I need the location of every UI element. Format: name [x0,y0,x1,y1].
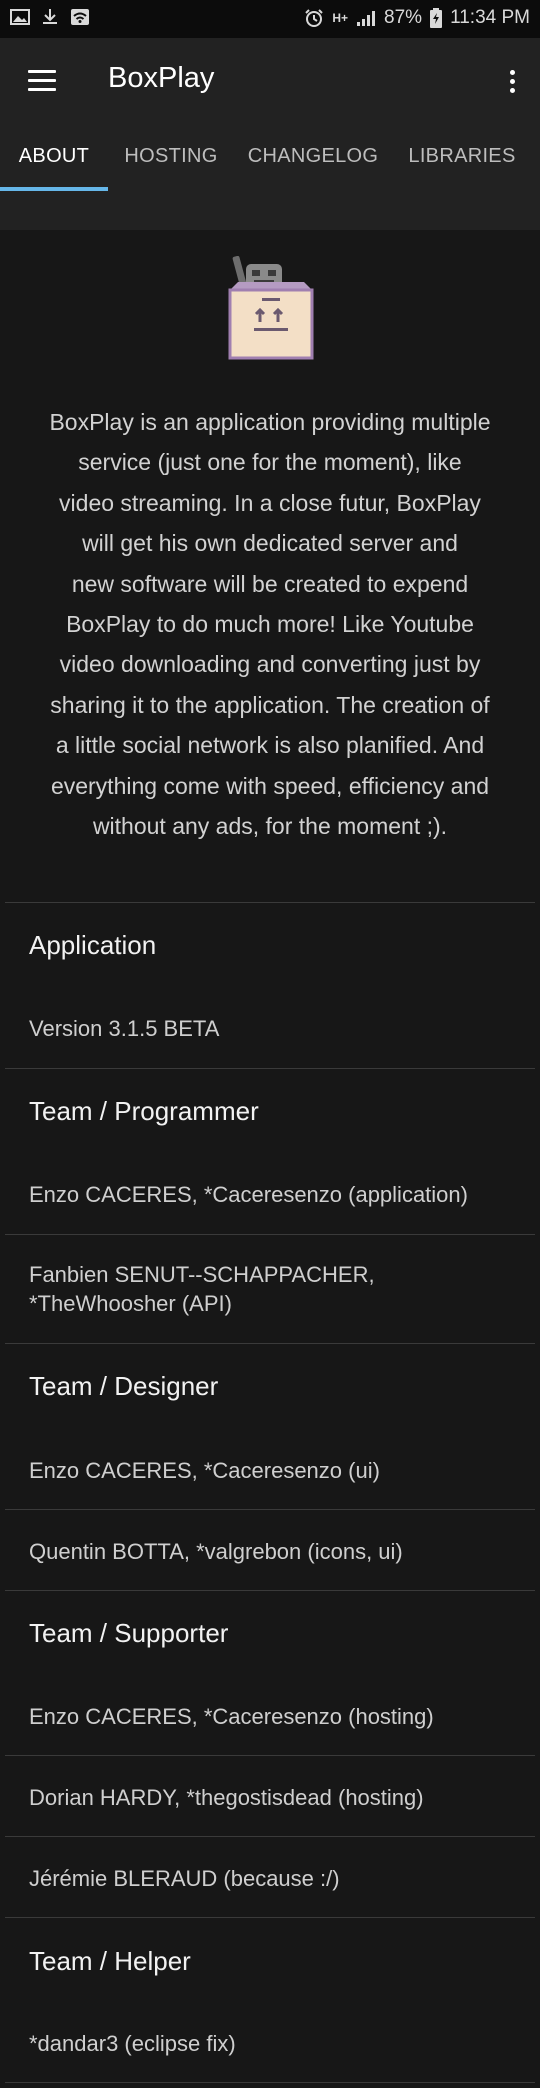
active-tab-indicator [0,187,108,191]
list-item-line: Fanbien SENUT--SCHAPPACHER, [29,1262,375,1287]
divider [5,1509,535,1510]
divider [5,1836,535,1837]
divider [5,2082,535,2083]
description-line: sharing it to the application. The creat… [50,691,490,718]
list-item[interactable]: Jérémie BLERAUD (because :/) [29,1864,509,1893]
divider [5,1068,535,1069]
divider [5,902,535,903]
section-title-helper: Team / Helper [29,1946,191,1976]
section-title-application: Application [29,930,157,960]
description-line: service (just one for the moment), like [78,449,462,476]
list-item[interactable]: Dorian HARDY, *thegostisdead (hosting) [29,1783,509,1812]
section-title-programmer: Team / Programmer [29,1096,259,1126]
list-item[interactable]: Enzo CACERES, *Caceresenzo (hosting) [29,1702,509,1731]
description-line: a little social network is also planifie… [55,732,485,759]
description-line: will get his own dedicated server and [82,530,458,557]
description-line: without any ads, for the moment ;). [92,813,448,840]
divider [5,1590,535,1591]
description-line: BoxPlay is an application providing mult… [49,409,491,435]
description-line: BoxPlay to do much more! Like Youtube [66,611,474,638]
network-type: H+ [332,11,349,25]
list-item[interactable]: Fanbien SENUT--SCHAPPACHER, *TheWhoosher… [29,1260,509,1318]
battery-icon [430,8,443,28]
boxplay-logo [228,256,314,360]
divider [5,1917,535,1918]
gallery-icon [10,9,30,25]
status-bar: H+ 87% 11:34 PM [0,0,540,38]
description-line: video streaming. In a close futur, BoxPl… [59,489,481,516]
section-title-supporter: Team / Supporter [29,1618,229,1648]
about-description: BoxPlay is an application providing mult… [28,402,512,846]
list-item[interactable]: *dandar3 (eclipse fix) [29,2029,509,2058]
list-item[interactable]: Enzo CACERES, *Caceresenzo (ui) [29,1456,509,1485]
tab-libraries[interactable]: LIBRARIES [400,128,524,184]
hamburger-menu-icon[interactable] [22,62,62,102]
clock: 11:34 PM [450,7,530,28]
section-title-designer: Team / Designer [29,1371,219,1401]
description-line: video downloading and converting just by [59,651,481,678]
alarm-icon [305,9,324,27]
divider [5,1234,535,1235]
tab-about[interactable]: ABOUT [0,128,108,184]
signal-icon [357,11,376,26]
more-options-icon[interactable] [500,62,524,102]
tab-changelog[interactable]: CHANGELOG [243,128,383,184]
battery-percent: 87% [384,7,423,28]
download-icon [43,9,57,24]
list-item[interactable]: Enzo CACERES, *Caceresenzo (application) [29,1180,509,1209]
description-line: new software will be created to expend [71,570,469,597]
description-line: everything come with speed, efficiency a… [50,772,490,799]
app-title: BoxPlay [108,62,215,94]
tab-hosting[interactable]: HOSTING [116,128,226,184]
list-item-line: *TheWhoosher (API) [29,1291,232,1316]
list-item[interactable]: Quentin BOTTA, *valgrebon (icons, ui) [29,1537,509,1566]
version-text: Version 3.1.5 BETA [29,1016,220,1041]
divider [5,1343,535,1344]
wifi-hotspot-icon [71,9,89,25]
divider [5,1755,535,1756]
